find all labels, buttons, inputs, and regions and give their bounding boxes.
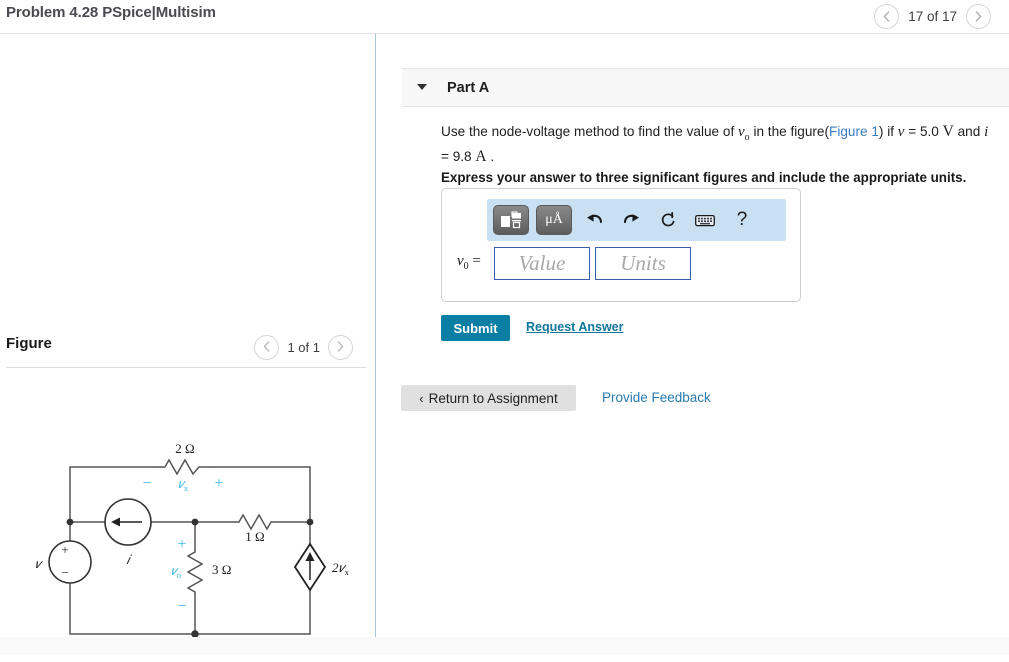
top-bar: Problem 4.28 PSpice|Multisim 17 of 17 <box>0 0 1009 33</box>
answer-units-input[interactable]: Units <box>595 247 691 280</box>
prev-figure-button[interactable] <box>254 334 280 360</box>
answer-instruction: Express your answer to three significant… <box>441 170 967 185</box>
vx-label: 𝑣x <box>178 476 189 493</box>
page-title: Problem 4.28 PSpice|Multisim <box>6 4 216 21</box>
reset-circle-icon[interactable] <box>653 205 683 235</box>
resistor-3ohm-label: 3 Ω <box>212 562 231 577</box>
micro-angstrom-units-icon[interactable]: μÅ <box>536 205 572 235</box>
figure-header: Figure 1 of 1 <box>0 332 366 366</box>
answer-units-placeholder: Units <box>620 251 666 275</box>
chevron-left-icon <box>264 341 270 352</box>
next-figure-button[interactable] <box>328 334 353 360</box>
question-var-i: i <box>984 124 989 140</box>
answer-value-input[interactable]: Value <box>494 247 590 280</box>
figure-panel: Figure 1 of 1 + − 𝑣 𝑖 2𝑣x 2 Ω 1 Ω 3 Ω − … <box>0 34 375 655</box>
question-var-vo: vo <box>738 124 750 143</box>
figure-divider <box>6 367 366 368</box>
question-text-4: = 5.0 <box>904 124 943 139</box>
dep-source-label: 2𝑣x <box>332 560 350 577</box>
undo-arrow-icon[interactable] <box>579 205 609 235</box>
problem-pager: 17 of 17 <box>874 0 991 33</box>
vo-minus-sign: − <box>177 598 186 615</box>
redo-arrow-icon[interactable] <box>616 205 646 235</box>
part-a-title: Part A <box>447 80 490 96</box>
question-text-7: . <box>486 149 495 164</box>
chevron-right-icon <box>337 341 344 352</box>
caret-down-icon[interactable] <box>417 84 427 90</box>
answer-prefix-label: v0 = <box>457 253 481 272</box>
source-i-label: 𝑖 <box>126 552 132 567</box>
question-text: Use the node-voltage method to find the … <box>441 122 989 166</box>
return-to-assignment-label: Return to Assignment <box>428 390 558 406</box>
figure-pager-label: 1 of 1 <box>287 339 320 355</box>
figure-pager: 1 of 1 <box>254 332 353 362</box>
next-problem-button[interactable] <box>966 4 991 29</box>
chevron-left-icon: ‹ <box>419 390 424 406</box>
vo-plus-sign: + <box>177 536 186 553</box>
answer-value-placeholder: Value <box>518 251 566 275</box>
question-text-5: and <box>953 124 985 139</box>
bottom-strip <box>0 637 1009 655</box>
vx-minus-sign: − <box>142 475 151 492</box>
request-answer-link[interactable]: Request Answer <box>526 320 623 334</box>
answer-entry-box: μÅ ? v0 = Value Units <box>441 188 801 302</box>
resistor-1ohm-label: 1 Ω <box>245 529 264 544</box>
question-unit-v: V <box>942 123 954 140</box>
voltage-source-v: + − 𝑣 <box>35 540 92 584</box>
question-text-6: = 9.8 <box>441 149 476 164</box>
figure-1-link[interactable]: Figure 1 <box>829 124 879 139</box>
resistor-2ohm-label: 2 Ω <box>175 441 194 456</box>
circuit-nodes <box>66 518 314 638</box>
vo-label: 𝑣o <box>171 563 181 580</box>
return-to-assignment-button[interactable]: ‹ Return to Assignment <box>401 385 576 411</box>
provide-feedback-link[interactable]: Provide Feedback <box>602 390 711 405</box>
source-v-label: 𝑣 <box>35 556 44 571</box>
vx-plus-sign: + <box>214 475 223 492</box>
math-template-icon[interactable] <box>493 205 529 235</box>
question-text-2: in the figure( <box>749 124 830 139</box>
question-text-1: Use the node-voltage method to find the … <box>441 124 738 139</box>
chevron-left-icon <box>883 10 890 22</box>
question-text-3: ) if <box>878 124 898 139</box>
keyboard-icon[interactable] <box>690 205 720 235</box>
help-question-icon[interactable]: ? <box>727 205 757 235</box>
part-a-header[interactable]: Part A <box>402 68 1009 107</box>
chevron-right-icon <box>975 10 982 22</box>
svg-text:−: − <box>61 565 68 580</box>
units-icon-label: μÅ <box>545 212 563 227</box>
dependent-source-2vx: 2𝑣x <box>293 542 350 592</box>
svg-text:+: + <box>61 542 68 557</box>
submit-button[interactable]: Submit <box>441 315 510 341</box>
prev-problem-button[interactable] <box>874 4 900 29</box>
circuit-diagram[interactable]: + − 𝑣 𝑖 2𝑣x 2 Ω 1 Ω 3 Ω − + 𝑣x + 𝑣o − <box>10 412 360 662</box>
problem-pager-label: 17 of 17 <box>908 9 957 24</box>
current-source-i: 𝑖 <box>104 498 152 567</box>
math-toolbar: μÅ ? <box>487 199 786 241</box>
question-unit-a: A <box>475 148 487 165</box>
figure-title: Figure <box>6 335 52 352</box>
part-a-panel: Part A Use the node-voltage method to fi… <box>376 34 1009 655</box>
